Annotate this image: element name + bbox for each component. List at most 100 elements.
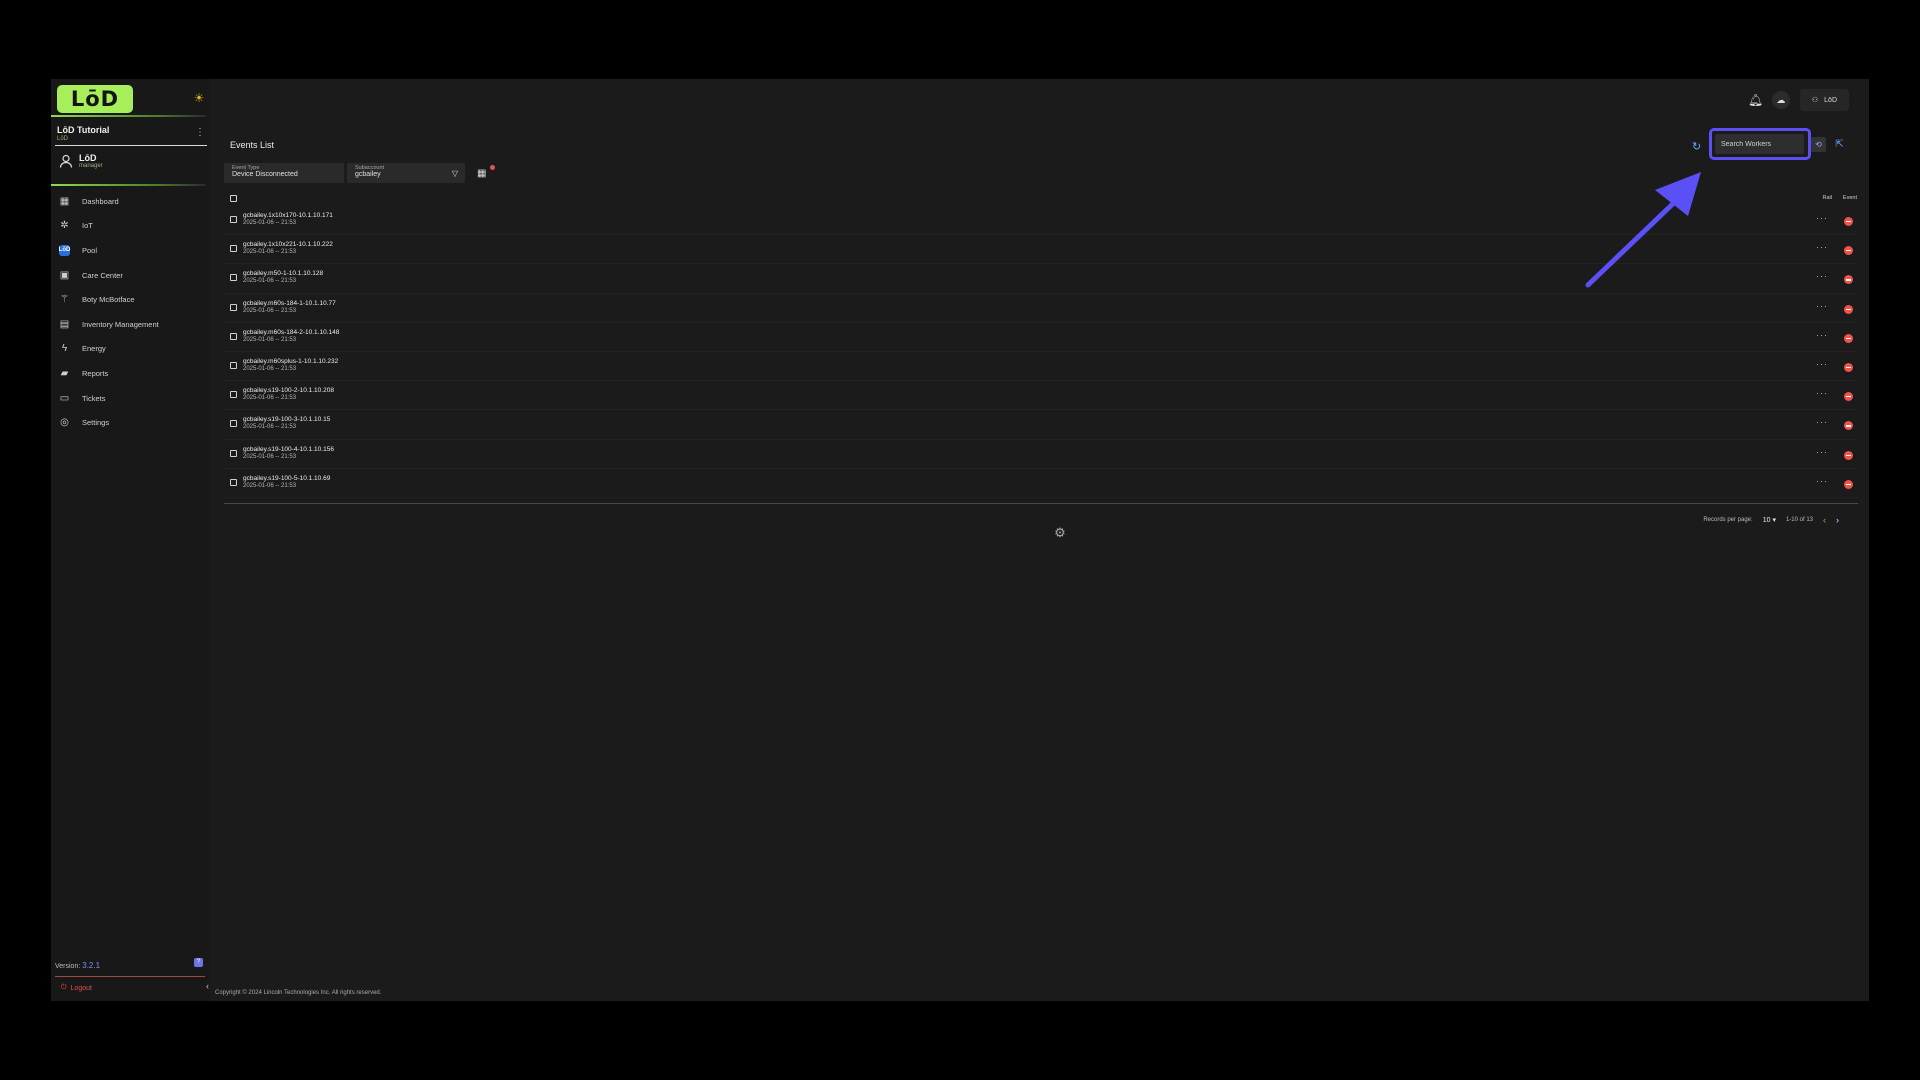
remove-event-icon[interactable] [1844,275,1853,285]
row-checkbox[interactable] [230,245,237,253]
event-time: 2025-01-06 -- 21:53 [243,336,297,343]
more-options-icon[interactable]: ··· [1816,330,1828,340]
sidebar-item-pool[interactable]: LōD Pool [51,238,210,263]
more-options-icon[interactable]: ··· [1816,417,1828,427]
table-row[interactable]: gcbailey.1x10x170-10.1.10.171 2025-01-06 … [224,206,1858,236]
divider [51,115,206,117]
event-time: 2025-01-06 -- 21:53 [243,482,297,489]
row-checkbox[interactable] [230,420,237,428]
user-profile[interactable]: LōD manager [59,153,103,169]
more-options-icon[interactable]: ··· [1816,447,1828,457]
remove-event-icon[interactable] [1844,333,1853,343]
collapse-sidebar-icon[interactable]: ‹ [206,981,209,991]
sidebar-item-label: Dashboard [82,196,119,206]
notification-bell-icon[interactable]: 🔔︎ [1748,93,1763,107]
more-options-icon[interactable]: ··· [1816,388,1828,398]
app-window: LōD ☀ LōD Tutorial LōD ⋮ LōD manager ▦ Da… [51,79,1869,1001]
sidebar-item-iot[interactable]: ✲ IoT [51,214,210,239]
row-checkbox[interactable] [230,478,237,486]
remove-event-icon[interactable] [1844,217,1853,226]
event-type-value: Device Disconnected [232,171,298,178]
table-row[interactable]: gcbailey.m60s-184-2-10.1.10.148 2025-01-0… [224,323,1858,352]
row-checkbox[interactable] [230,391,237,399]
version-number: 3.2.1 [82,961,101,970]
worker-name: gcbailey.m60s-184-1-10.1.10.77 [243,299,336,307]
row-checkbox[interactable] [230,216,237,223]
next-page-icon[interactable]: › [1836,515,1839,525]
table-header: Rail Event [224,192,1858,206]
sidebar-item-inventory-management[interactable]: ▤ Inventory Management [51,312,210,337]
bot-icon: ⚚ [60,294,69,306]
sidebar-item-label: IoT [82,221,93,231]
table-row[interactable]: gcbailey.m50-1-10.1.10.128 2025-01-06 -- … [224,264,1858,294]
more-options-icon[interactable]: ··· [1816,476,1828,486]
account-button[interactable]: ⚇ LōD [1799,89,1849,111]
calendar-icon[interactable]: ▦ [477,168,488,179]
sidebar-item-care-center[interactable]: ▣ Care Center [51,263,210,288]
table-row[interactable]: gcbailey.s19-100-4-10.1.10.156 2025-01-06… [224,440,1858,469]
event-type-filter[interactable]: Event Type Device Disconnected [224,163,344,183]
search-reset-icon[interactable]: ⟲ [1811,137,1826,152]
remove-event-icon[interactable] [1844,392,1853,402]
header-toolbar: 🔔︎ ☁ ⚇ LōD [1748,89,1849,111]
org-selector[interactable]: LōD Tutorial LōD [57,125,207,142]
row-checkbox[interactable] [230,303,237,311]
more-options-icon[interactable]: ··· [1816,213,1828,223]
table-row[interactable]: gcbailey.s19-100-5-10.1.10.69 2025-01-06 … [224,469,1858,498]
table-row[interactable]: gcbailey.m60s-184-1-10.1.10.77 2025-01-06… [224,294,1858,323]
filter-active-dot [490,165,495,170]
user-name: LōD [79,153,97,163]
logo[interactable]: LōD [57,85,133,113]
row-checkbox[interactable] [230,274,237,282]
more-options-icon[interactable]: ··· [1816,271,1828,281]
event-time: 2025-01-06 -- 21:53 [243,395,297,402]
remove-event-icon[interactable] [1844,450,1853,460]
worker-name: gcbailey.1x10x170-10.1.10.171 [243,212,333,219]
gear-icon[interactable]: ⚙ [1053,526,1067,540]
row-checkbox[interactable] [230,449,237,457]
remove-event-icon[interactable] [1844,304,1853,314]
page-range: 1-10 of 13 [1785,517,1813,523]
more-options-icon[interactable]: ··· [1816,242,1828,252]
theme-toggle-sun-icon[interactable]: ☀ [192,91,206,105]
export-icon[interactable]: ⇱ [1833,138,1846,151]
worker-name: gcbailey.1x10x221-10.1.10.222 [243,241,333,249]
refresh-icon[interactable]: ↻ [1692,140,1701,153]
remove-event-icon[interactable] [1844,362,1853,372]
remove-event-icon[interactable] [1844,479,1853,489]
records-per-page-select[interactable]: 10 ▾ [1763,516,1776,524]
more-options-icon[interactable]: ··· [1816,359,1828,369]
table-row[interactable]: gcbailey.m60splus-1-10.1.10.232 2025-01-0… [224,352,1858,382]
logout-button[interactable]: ⏻ Logout [61,984,92,992]
more-options-icon[interactable]: ··· [1816,301,1828,311]
sidebar: LōD ☀ LōD Tutorial LōD ⋮ LōD manager ▦ Da… [51,79,210,1001]
row-checkbox[interactable] [230,361,237,369]
sidebar-item-label: Energy [82,344,106,354]
worker-name: gcbailey.s19-100-5-10.1.10.69 [243,474,331,482]
sidebar-item-dashboard[interactable]: ▦ Dashboard [51,189,210,214]
help-icon[interactable]: ? [194,958,203,967]
subaccount-select[interactable]: Subaccount gcbailey ▽ [347,163,465,183]
version-info: Version: 3.2.1 [55,961,100,970]
cloud-icon[interactable]: ☁ [1771,91,1790,109]
table-row[interactable]: gcbailey.s19-100-2-10.1.10.208 2025-01-06… [224,381,1858,411]
row-checkbox[interactable] [230,332,237,340]
org-menu-icon[interactable]: ⋮ [195,127,205,138]
remove-event-icon[interactable] [1844,421,1853,431]
sidebar-item-boty-mcbotface[interactable]: ⚚ Boty McBotface [51,287,210,312]
users-icon: ⚇ [1811,97,1819,104]
records-per-page-label: Records per page: [1703,517,1753,523]
remove-event-icon[interactable] [1844,246,1853,256]
table-row[interactable]: gcbailey.s19-100-3-10.1.10.15 2025-01-06 … [224,410,1858,440]
sidebar-item-label: Care Center [82,270,123,280]
logout-label: Logout [70,984,92,992]
sidebar-item-energy[interactable]: ϟ Energy [51,337,210,362]
sidebar-item-tickets[interactable]: ▭ Tickets [51,386,210,411]
sidebar-item-reports[interactable]: ▰ Reports [51,361,210,386]
table-row[interactable]: gcbailey.1x10x221-10.1.10.222 2025-01-06 … [224,235,1858,265]
sidebar-item-settings[interactable]: ◎ Settings [51,410,210,435]
iot-icon: ✲ [60,220,69,232]
prev-page-icon[interactable]: ‹ [1823,515,1826,525]
select-all-checkbox[interactable] [230,195,237,202]
divider [55,145,207,146]
